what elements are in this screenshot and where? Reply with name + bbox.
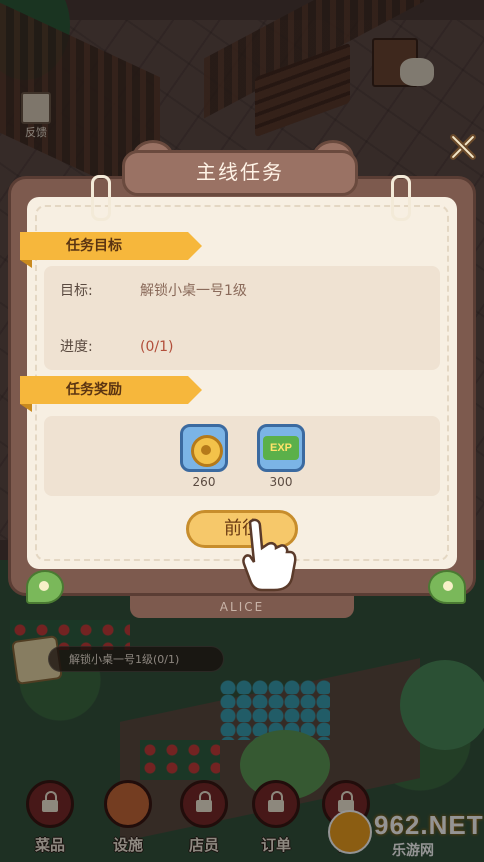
progress-value: (0/1) <box>140 339 174 355</box>
reward-tile: EXP <box>257 424 305 472</box>
progress-label: 进度: <box>60 339 93 355</box>
goal-section-header: 任务目标 <box>20 232 202 268</box>
reward-coin[interactable]: 260 <box>178 424 230 489</box>
target-value: 解锁小桌一号1级 <box>140 283 247 299</box>
goal-info-box: 目标: 解锁小桌一号1级 进度: (0/1) <box>44 266 440 370</box>
dialog-footer: ALICE <box>130 596 354 618</box>
reward-box <box>44 416 440 496</box>
leaf-corner-left <box>26 570 64 604</box>
close-button[interactable] <box>446 130 480 164</box>
reward-amount: 260 <box>192 475 216 489</box>
ring-right <box>391 175 411 221</box>
exp-icon: EXP <box>263 436 299 460</box>
reward-tile <box>180 424 228 472</box>
tutorial-hand-icon <box>242 518 297 592</box>
reward-section-header: 任务奖励 <box>20 376 202 412</box>
progress-row: 进度: (0/1) <box>60 336 173 356</box>
paw-coin-icon <box>191 435 223 467</box>
reward-exp[interactable]: EXP 300 <box>255 424 307 489</box>
target-label: 目标: <box>60 283 93 299</box>
leaf-corner-right <box>428 570 466 604</box>
target-row: 目标: 解锁小桌一号1级 <box>60 280 247 300</box>
ring-left <box>91 175 111 221</box>
reward-amount: 300 <box>269 475 293 489</box>
dialog-title: 主线任务 <box>196 160 284 184</box>
dialog-header: 主线任务 <box>122 140 358 196</box>
